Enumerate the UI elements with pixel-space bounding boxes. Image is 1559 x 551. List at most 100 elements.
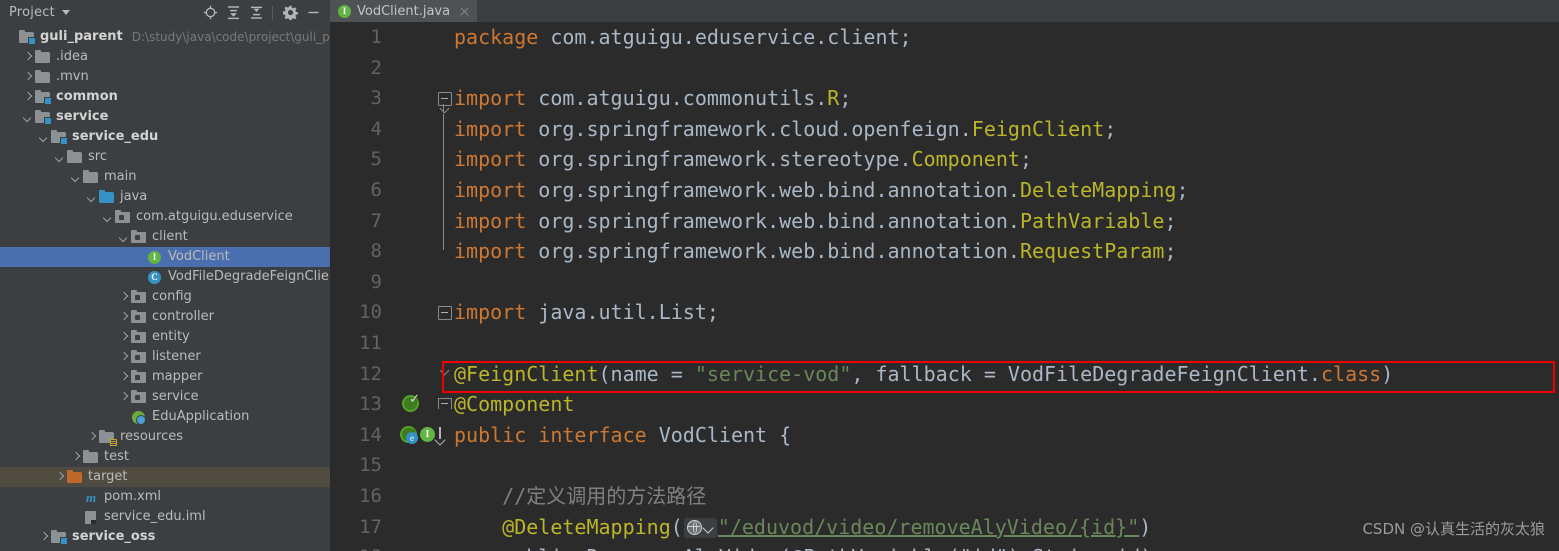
- tree-item-common[interactable]: common: [0, 87, 330, 107]
- fold-gutter[interactable]: [436, 542, 454, 551]
- fold-gutter[interactable]: [436, 481, 454, 512]
- fold-gutter[interactable]: [436, 83, 454, 114]
- chevron-down-icon[interactable]: [38, 132, 49, 143]
- code-editor[interactable]: 1 package com.atguigu.eduservice.client; 2…: [330, 22, 1559, 551]
- tree-item-service-oss[interactable]: service_oss: [0, 527, 330, 547]
- chevron-right-icon[interactable]: [118, 352, 129, 363]
- chevron-right-icon[interactable]: [118, 292, 129, 303]
- collapse-all-icon[interactable]: [245, 2, 267, 24]
- fold-gutter[interactable]: [436, 389, 454, 420]
- chevron-down-icon[interactable]: [61, 10, 70, 15]
- fold-gutter[interactable]: [436, 297, 454, 328]
- spring-bean-autowired-icon[interactable]: e: [400, 425, 418, 444]
- code-line-5[interactable]: 5 import org.springframework.stereotype.C…: [330, 144, 1559, 176]
- tree-item-client[interactable]: client: [0, 227, 330, 247]
- fold-gutter[interactable]: [436, 205, 454, 237]
- code-line-13[interactable]: 13 ✓ @Component: [330, 389, 1559, 420]
- gutter-icons[interactable]: [388, 144, 436, 175]
- gutter-icons[interactable]: [388, 450, 436, 481]
- tree-item-vodclient[interactable]: I VodClient: [0, 247, 330, 267]
- chevron-right-icon[interactable]: [22, 72, 33, 83]
- gutter-icons[interactable]: [388, 236, 436, 267]
- gutter-icons[interactable]: [388, 328, 436, 359]
- tree-item-entity[interactable]: entity: [0, 327, 330, 347]
- code-line-4[interactable]: 4 import org.springframework.cloud.openfe…: [330, 113, 1559, 145]
- implemented-interface-icon[interactable]: I: [420, 426, 435, 442]
- chevron-right-icon[interactable]: [38, 532, 49, 543]
- project-panel-title[interactable]: Project: [9, 5, 55, 20]
- gutter-icons[interactable]: [388, 53, 436, 84]
- fold-gutter[interactable]: [436, 236, 454, 267]
- fold-gutter[interactable]: [436, 22, 454, 53]
- fold-gutter[interactable]: [436, 328, 454, 359]
- tree-item-com-atguigu-eduservice[interactable]: com.atguigu.eduservice: [0, 207, 330, 227]
- code-line-18[interactable]: 18 public R removeAlyVideo(@PathVariable…: [330, 542, 1559, 551]
- tree-item-target[interactable]: target: [0, 467, 330, 487]
- project-tree[interactable]: guli_parent D:\study\java\code\project\gu…: [0, 25, 330, 551]
- tree-item-service[interactable]: service: [0, 387, 330, 407]
- fold-gutter[interactable]: [436, 144, 454, 176]
- code-line-15[interactable]: 15: [330, 450, 1559, 481]
- code-line-7[interactable]: 7 import org.springframework.web.bind.ann…: [330, 205, 1559, 237]
- gutter-icons[interactable]: eI: [388, 420, 441, 451]
- gutter-icons[interactable]: [388, 297, 436, 328]
- chevron-down-icon[interactable]: [102, 212, 113, 223]
- chevron-right-icon[interactable]: [118, 312, 129, 323]
- tree-item-guli-parent[interactable]: guli_parent D:\study\java\code\project\gu…: [0, 27, 330, 47]
- chevron-down-icon[interactable]: [86, 192, 97, 203]
- tree-item-service-edu-iml[interactable]: service_edu.iml: [0, 507, 330, 527]
- gutter-icons[interactable]: [388, 267, 436, 298]
- tree-item-src[interactable]: src: [0, 147, 330, 167]
- gutter-icons[interactable]: [388, 206, 436, 237]
- fold-gutter[interactable]: [436, 420, 454, 451]
- code-line-8[interactable]: 8 import org.springframework.web.bind.ann…: [330, 236, 1559, 267]
- gutter-icons[interactable]: [388, 83, 436, 114]
- fold-gutter[interactable]: [436, 359, 454, 390]
- tree-item-resources[interactable]: resources: [0, 427, 330, 447]
- code-line-16[interactable]: 16 //定义调用的方法路径: [330, 481, 1559, 512]
- code-line-12[interactable]: 12 @FeignClient(name = "service-vod", fal…: [330, 359, 1559, 390]
- tree-item-controller[interactable]: controller: [0, 307, 330, 327]
- locate-icon[interactable]: [199, 2, 221, 24]
- code-line-6[interactable]: 6 import org.springframework.web.bind.ann…: [330, 174, 1559, 206]
- tree-item-eduapplication[interactable]: EduApplication: [0, 407, 330, 427]
- chevron-right-icon[interactable]: [118, 392, 129, 403]
- fold-gutter[interactable]: [436, 174, 454, 206]
- gutter-icons[interactable]: [388, 22, 436, 53]
- chevron-right-icon[interactable]: [22, 92, 33, 103]
- tree-item-service[interactable]: service: [0, 107, 330, 127]
- chevron-right-icon[interactable]: [22, 52, 33, 63]
- chevron-right-icon[interactable]: [86, 432, 97, 443]
- chevron-right-icon[interactable]: [70, 452, 81, 463]
- gutter-icons[interactable]: [388, 542, 436, 551]
- code-line-1[interactable]: 1 package com.atguigu.eduservice.client;: [330, 22, 1559, 53]
- gutter-icons[interactable]: [388, 175, 436, 206]
- chevron-down-icon[interactable]: [54, 152, 65, 163]
- tree-item-service-edu[interactable]: service_edu: [0, 127, 330, 147]
- code-line-10[interactable]: 10 import java.util.List;: [330, 297, 1559, 328]
- tree-item-mapper[interactable]: mapper: [0, 367, 330, 387]
- chevron-right-icon[interactable]: [118, 372, 129, 383]
- tree-item-pom-xml[interactable]: m pom.xml: [0, 487, 330, 507]
- gutter-icons[interactable]: ✓: [388, 389, 436, 420]
- tree-item-listener[interactable]: listener: [0, 347, 330, 367]
- close-icon[interactable]: [459, 6, 470, 17]
- tree-item-test[interactable]: test: [0, 447, 330, 467]
- gutter-icons[interactable]: [388, 114, 436, 145]
- fold-gutter[interactable]: [436, 512, 454, 543]
- chevron-down-icon[interactable]: [70, 172, 81, 183]
- minimize-icon[interactable]: [302, 2, 324, 24]
- chevron-right-icon[interactable]: [118, 332, 129, 343]
- fold-gutter[interactable]: [436, 113, 454, 145]
- code-line-9[interactable]: 9: [330, 267, 1559, 298]
- chevron-down-icon[interactable]: [118, 232, 129, 243]
- gutter-icons[interactable]: [388, 512, 436, 543]
- tree-item-java[interactable]: java: [0, 187, 330, 207]
- fold-gutter[interactable]: [436, 450, 454, 481]
- code-line-11[interactable]: 11: [330, 328, 1559, 359]
- code-line-2[interactable]: 2: [330, 53, 1559, 84]
- tree-item--idea[interactable]: .idea: [0, 47, 330, 67]
- tree-item--mvn[interactable]: .mvn: [0, 67, 330, 87]
- gutter-icons[interactable]: [388, 481, 436, 512]
- tree-item-config[interactable]: config: [0, 287, 330, 307]
